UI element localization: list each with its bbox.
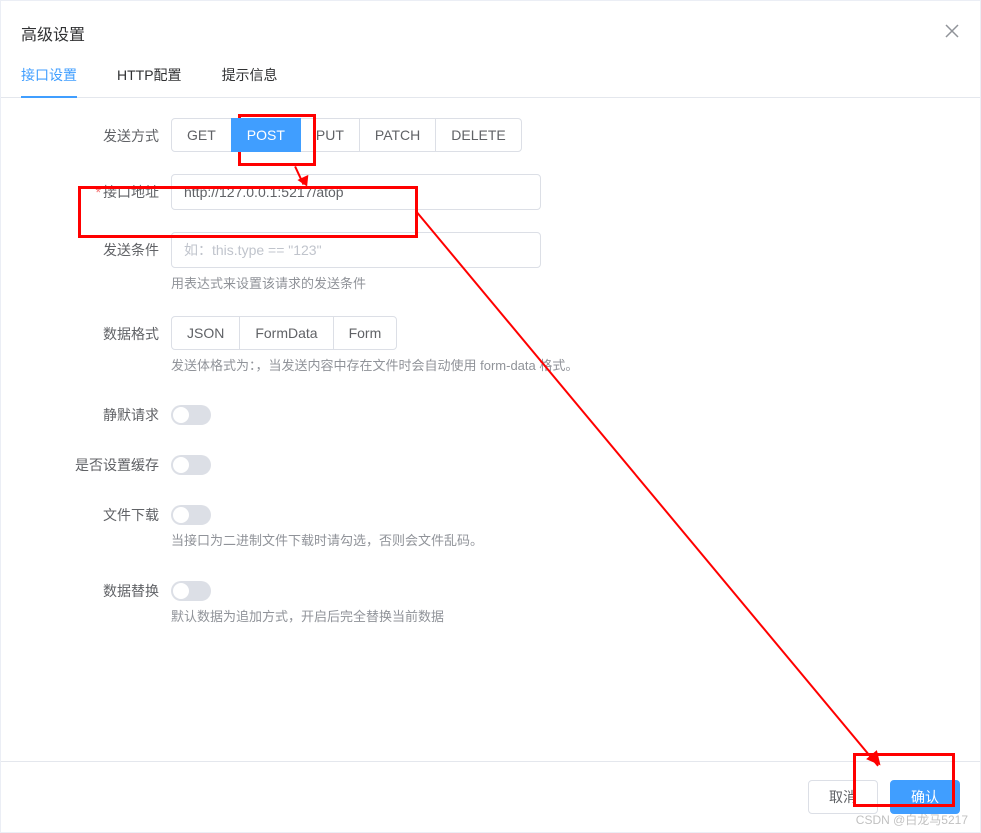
replace-switch[interactable]	[171, 581, 211, 601]
method-post[interactable]: POST	[231, 118, 301, 152]
method-delete[interactable]: DELETE	[435, 118, 521, 152]
confirm-button[interactable]: 确认	[890, 780, 960, 814]
label-condition: 发送条件	[61, 232, 171, 260]
help-condition: 用表达式来设置该请求的发送条件	[171, 274, 920, 294]
advanced-settings-dialog: 高级设置 接口设置 HTTP配置 提示信息 发送方式 GET POST PUT …	[0, 0, 981, 833]
label-method: 发送方式	[61, 118, 171, 146]
cancel-button[interactable]: 取消	[808, 780, 878, 814]
row-replace: 数据替换 默认数据为追加方式，开启后完全替换当前数据	[61, 573, 920, 627]
tab-prompt-info[interactable]: 提示信息	[222, 65, 278, 97]
dataformat-formdata[interactable]: FormData	[239, 316, 333, 350]
dialog-header: 高级设置	[1, 1, 980, 55]
help-dataformat: 发送体格式为：，当发送内容中存在文件时会自动使用 form-data 格式。	[171, 356, 920, 376]
cache-switch[interactable]	[171, 455, 211, 475]
row-cache: 是否设置缓存	[61, 447, 920, 475]
method-get[interactable]: GET	[171, 118, 232, 152]
help-replace: 默认数据为追加方式，开启后完全替换当前数据	[171, 607, 920, 627]
label-url: *接口地址	[61, 174, 171, 202]
label-cache: 是否设置缓存	[61, 447, 171, 475]
method-group: GET POST PUT PATCH DELETE	[171, 118, 920, 152]
dataformat-json[interactable]: JSON	[171, 316, 240, 350]
row-url: *接口地址	[61, 174, 920, 210]
dataformat-form[interactable]: Form	[333, 316, 398, 350]
label-silent: 静默请求	[61, 397, 171, 425]
tabs: 接口设置 HTTP配置 提示信息	[1, 65, 980, 98]
silent-switch[interactable]	[171, 405, 211, 425]
row-dataformat: 数据格式 JSON FormData Form 发送体格式为：，当发送内容中存在…	[61, 316, 920, 376]
dataformat-group: JSON FormData Form	[171, 316, 920, 350]
form-body: 发送方式 GET POST PUT PATCH DELETE *接口地址 发送条…	[1, 98, 980, 668]
method-put[interactable]: PUT	[300, 118, 360, 152]
dialog-title: 高级设置	[21, 21, 85, 45]
label-dataformat: 数据格式	[61, 316, 171, 344]
tab-interface-settings[interactable]: 接口设置	[21, 65, 77, 97]
url-input[interactable]	[171, 174, 541, 210]
label-replace: 数据替换	[61, 573, 171, 601]
close-icon[interactable]	[944, 23, 960, 43]
row-condition: 发送条件 用表达式来设置该请求的发送条件	[61, 232, 920, 294]
row-download: 文件下载 当接口为二进制文件下载时请勾选，否则会文件乱码。	[61, 497, 920, 551]
tab-http-config[interactable]: HTTP配置	[117, 65, 182, 97]
method-patch[interactable]: PATCH	[359, 118, 436, 152]
help-download: 当接口为二进制文件下载时请勾选，否则会文件乱码。	[171, 531, 920, 551]
label-download: 文件下载	[61, 497, 171, 525]
condition-input[interactable]	[171, 232, 541, 268]
row-method: 发送方式 GET POST PUT PATCH DELETE	[61, 118, 920, 152]
dialog-footer: 取消 确认	[1, 761, 980, 832]
row-silent: 静默请求	[61, 397, 920, 425]
download-switch[interactable]	[171, 505, 211, 525]
